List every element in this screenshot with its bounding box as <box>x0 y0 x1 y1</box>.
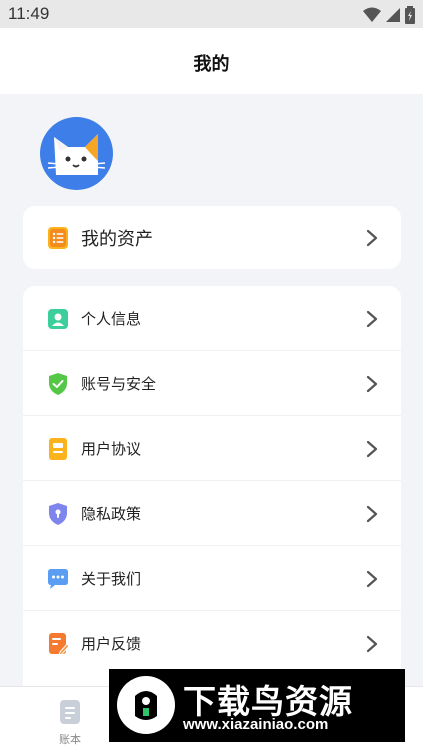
assets-list-icon <box>48 226 68 249</box>
status-bar: 11:49 <box>0 0 423 28</box>
menu-item-label: 个人信息 <box>81 310 142 328</box>
nav-tab-label: 账本 <box>59 733 81 746</box>
menu-item-label: 关于我们 <box>81 570 142 588</box>
wifi-icon <box>363 7 381 22</box>
ledger-icon <box>60 700 80 724</box>
menu-item-account-security[interactable]: 账号与安全 <box>23 351 401 416</box>
menu-item-privacy-policy[interactable]: 隐私政策 <box>23 481 401 546</box>
chevron-right-icon <box>366 505 378 522</box>
assets-row[interactable]: 我的资产 <box>23 206 401 269</box>
privacy-shield-icon <box>49 502 67 525</box>
assets-card[interactable]: 我的资产 <box>23 206 401 269</box>
chat-bubble-icon <box>48 568 68 589</box>
menu-item-label: 用户协议 <box>81 440 142 458</box>
shield-check-icon <box>49 372 67 395</box>
battery-icon <box>405 6 415 24</box>
status-icons <box>363 6 415 24</box>
cat-mascot-icon <box>47 134 106 175</box>
chevron-right-icon <box>366 440 378 457</box>
menu-item-about-us[interactable]: 关于我们 <box>23 546 401 611</box>
watermark-url: www.xiazainiao.com <box>183 716 329 733</box>
menu-item-user-feedback[interactable]: 用户反馈 <box>23 611 401 676</box>
menu-item-label: 用户反馈 <box>81 635 142 653</box>
menu-item-label: 隐私政策 <box>81 505 142 523</box>
chevron-right-icon <box>366 635 378 652</box>
person-info-icon <box>48 308 68 329</box>
page-title: 我的 <box>193 54 230 75</box>
menu-item-user-agreement[interactable]: 用户协议 <box>23 416 401 481</box>
page-header: 我的 <box>0 28 423 94</box>
assets-label: 我的资产 <box>81 228 153 250</box>
signal-icon <box>386 8 400 22</box>
menu-item-label: 账号与安全 <box>81 375 157 393</box>
chevron-right-icon <box>366 570 378 587</box>
bird-logo-icon <box>117 676 175 734</box>
chevron-right-icon <box>366 229 378 246</box>
nav-tab-ledger[interactable]: 账本 <box>52 699 88 747</box>
document-icon <box>49 437 67 460</box>
watermark-overlay: 下载鸟资源 www.xiazainiao.com <box>109 669 405 742</box>
chevron-right-icon <box>366 310 378 327</box>
avatar[interactable] <box>40 117 113 190</box>
chevron-right-icon <box>366 375 378 392</box>
feedback-edit-icon <box>49 632 70 656</box>
settings-menu-card: 个人信息 账号与安全 用户协议 隐私政策 关于我们 用户反馈 <box>23 286 401 706</box>
status-time: 11:49 <box>8 4 50 23</box>
menu-item-personal-info[interactable]: 个人信息 <box>23 286 401 351</box>
